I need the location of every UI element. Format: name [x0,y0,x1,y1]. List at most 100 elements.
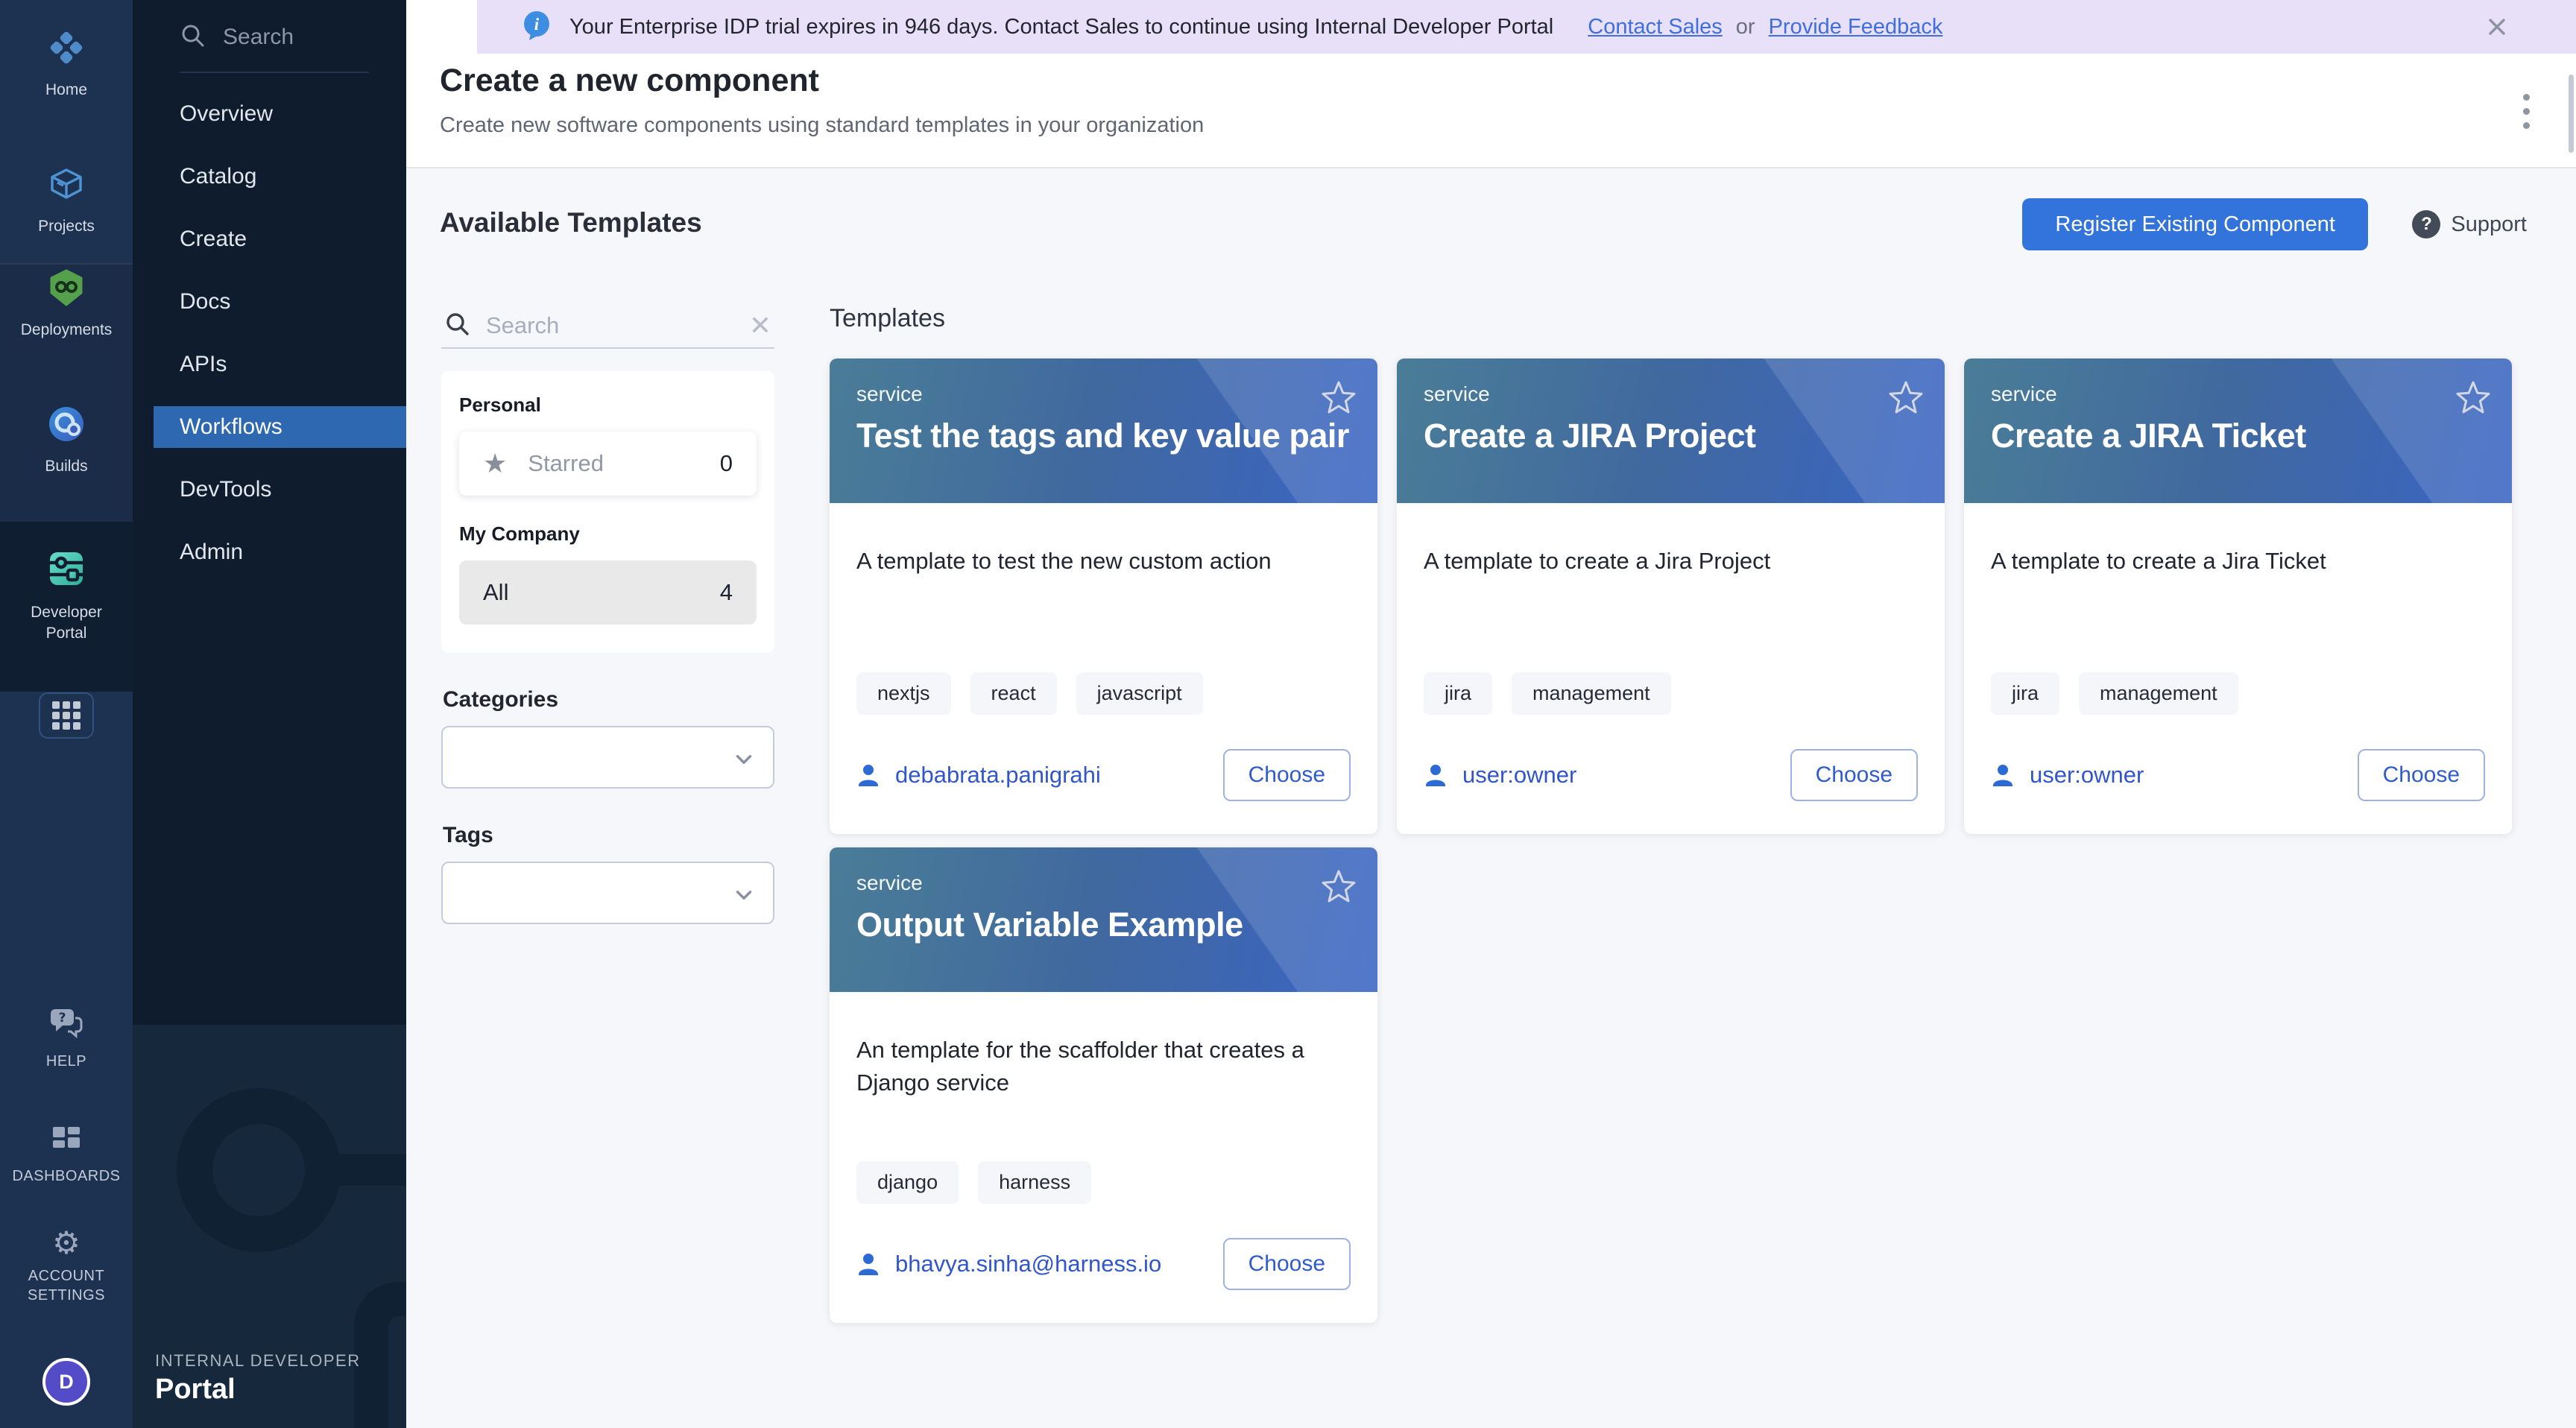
sidebar-divider [180,72,369,73]
card-owner-link[interactable]: bhavya.sinha@harness.io [856,1251,1161,1277]
template-card-header: service Create a JIRA Project [1397,358,1945,503]
dashboards-grid-icon [50,1124,83,1159]
register-existing-component-button[interactable]: Register Existing Component [2022,198,2368,250]
rail-item-account-settings[interactable]: ⚙ ACCOUNT SETTINGS [0,1228,133,1305]
card-owner-link[interactable]: debabrata.panigrahi [856,762,1101,789]
page-title: Create a new component [440,63,819,99]
all-label: All [483,579,508,606]
star-icon[interactable] [1321,868,1357,908]
contact-sales-link[interactable]: Contact Sales [1588,15,1723,40]
card-owner-name: user:owner [2030,762,2144,789]
sidebar-item-workflows[interactable]: Workflows [154,406,406,448]
card-title: Test the tags and key value pair [856,417,1351,455]
tag-chip-jira: jira [1424,672,1492,715]
template-card: service Test the tags and key value pair… [830,358,1377,834]
trial-banner: i Your Enterprise IDP trial expires in 9… [477,0,2576,54]
rail-item-label: HELP [46,1052,86,1071]
card-footer: bhavya.sinha@harness.io Choose [856,1238,1351,1290]
star-icon[interactable] [2455,379,2491,419]
rail-item-home[interactable]: Home [0,28,133,101]
card-owner-name: debabrata.panigrahi [895,762,1101,789]
banner-close-icon[interactable] [2485,15,2509,39]
card-tags: jiramanagement [1424,672,1918,715]
rail-item-dashboards[interactable]: DASHBOARDS [0,1124,133,1186]
main-content: i Your Enterprise IDP trial expires in 9… [406,0,2576,1428]
tags-select[interactable] [441,862,774,924]
builds-icon [47,405,86,449]
template-search[interactable]: ✕ [441,304,774,349]
sidebar-footer: INTERNAL DEVELOPER Portal [133,1025,406,1428]
sidebar: OverviewCatalogCreateDocsAPIs Workflows De… [133,0,406,1428]
rail-item-builds[interactable]: Builds [0,405,133,477]
page-subtitle: Create new software components using sta… [440,113,1204,138]
sidebar-item-create[interactable]: Create [133,208,406,271]
user-avatar[interactable]: D [42,1358,90,1406]
tag-chip-react: react [970,672,1057,715]
card-description: An template for the scaffolder that crea… [856,1034,1341,1099]
star-icon[interactable] [1321,379,1357,419]
star-icon[interactable] [1888,379,1924,419]
rail-item-label: Deployments [21,320,113,340]
template-card-header: service Output Variable Example [830,847,1377,992]
card-tags: django harness [856,1161,1351,1204]
template-card-header: service Test the tags and key value pair [830,358,1377,503]
choose-button[interactable]: Choose [1223,1238,1351,1290]
template-card-body: A template to test the new custom action… [830,503,1377,834]
sidebar-item-admin[interactable]: Admin [133,521,406,584]
support-button[interactable]: ? Support [2412,210,2527,238]
card-owner-link[interactable]: user:owner [1991,762,2144,789]
deployments-icon [47,268,86,312]
svg-text:i: i [534,15,540,34]
templates-section: Templates service Test the tags and key … [830,304,2529,1323]
person-icon [1991,763,2015,787]
clear-search-icon[interactable]: ✕ [749,312,771,339]
sidebar-item-devtools[interactable]: DevTools [133,458,406,521]
template-search-input[interactable] [486,312,734,339]
sidebar-item-apis[interactable]: APIs [133,333,406,396]
portal-title: Portal [155,1374,236,1406]
avatar-initial: D [59,1371,74,1394]
harness-home-icon [47,28,86,72]
rail-item-label: DASHBOARDS [12,1166,120,1186]
rail-item-label: Developer Portal [22,602,111,643]
card-tags: nextjsreactjavascript [856,672,1351,715]
developer-portal-icon [45,548,87,595]
template-card: service Output Variable Example An templ… [830,847,1377,1323]
categories-select[interactable] [441,726,774,789]
sidebar-item-overview[interactable]: Overview [133,83,406,145]
tag-chip-jira: jira [1991,672,2059,715]
portal-kicker: INTERNAL DEVELOPER [155,1351,361,1371]
tag-chip-django: django [856,1161,959,1204]
decorative-ring [177,1088,341,1252]
choose-button[interactable]: Choose [2358,749,2485,801]
kebab-menu-icon[interactable] [2519,89,2534,133]
person-icon [1424,763,1448,787]
banner-or-text: or [1736,15,1755,40]
sidebar-search[interactable] [180,18,369,57]
card-footer: debabrata.panigrahi Choose [856,749,1351,801]
filter-starred-row[interactable]: ★ Starred 0 [459,432,757,496]
scrollbar[interactable] [2569,75,2574,153]
sidebar-search-input[interactable] [223,25,357,50]
sidebar-item-catalog[interactable]: Catalog [133,145,406,208]
sidebar-item-docs[interactable]: Docs [133,271,406,333]
support-label: Support [2451,212,2527,237]
rail-item-deployments[interactable]: Deployments [0,268,133,341]
provide-feedback-link[interactable]: Provide Feedback [1769,15,1943,40]
template-card-body: A template to create a Jira Project jira… [1397,503,1945,834]
filter-all-row[interactable]: All 4 [459,560,757,625]
rail-item-help[interactable]: ? HELP [0,1006,133,1071]
card-owner-link[interactable]: user:owner [1424,762,1576,789]
card-tags: jiramanagement [1991,672,2485,715]
rail-item-developer-portal[interactable]: Developer Portal [0,548,133,643]
rail-item-projects[interactable]: Projects [0,165,133,237]
tag-chip-harness: harness [978,1161,1091,1204]
rail-item-label: ACCOUNT SETTINGS [18,1266,115,1305]
module-selector-grid-icon[interactable] [39,692,94,739]
choose-button[interactable]: Choose [1223,749,1351,801]
card-type: service [1424,382,1918,406]
search-icon [180,22,206,53]
choose-button[interactable]: Choose [1790,749,1918,801]
templates-heading: Templates [830,304,2529,333]
page-header: i Your Enterprise IDP trial expires in 9… [406,0,2576,168]
